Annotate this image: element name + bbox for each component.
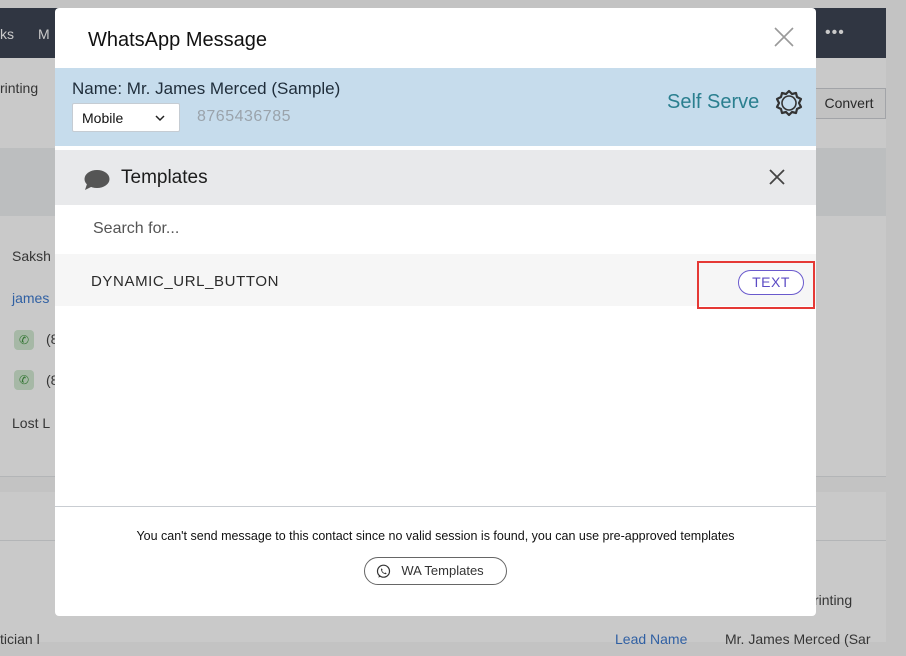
dialog-title: WhatsApp Message xyxy=(88,29,267,51)
phone-type-select[interactable]: Mobile xyxy=(72,103,180,132)
close-icon[interactable] xyxy=(768,168,786,186)
wa-templates-button[interactable]: WA Templates xyxy=(364,557,507,585)
whatsapp-icon xyxy=(376,564,391,578)
phone-number: 8765436785 xyxy=(197,108,291,125)
chat-bubble-icon xyxy=(84,170,110,190)
templates-title: Templates xyxy=(121,167,208,188)
template-type-badge[interactable]: TEXT xyxy=(738,270,804,295)
wa-templates-label: WA Templates xyxy=(401,563,484,578)
chevron-down-icon xyxy=(155,115,165,122)
whatsapp-message-dialog: WhatsApp Message Name: Mr. James Merced … xyxy=(55,8,816,616)
gear-icon[interactable] xyxy=(775,89,803,117)
self-serve-label[interactable]: Self Serve xyxy=(667,91,759,114)
template-list-item[interactable]: DYNAMIC_URL_BUTTON TEXT xyxy=(55,254,816,309)
dialog-header: WhatsApp Message xyxy=(55,8,816,68)
phone-type-value: Mobile xyxy=(82,110,124,126)
no-session-message: You can't send message to this contact s… xyxy=(136,529,735,543)
template-name: DYNAMIC_URL_BUTTON xyxy=(91,273,280,290)
close-icon[interactable] xyxy=(771,24,797,50)
contact-bar: Name: Mr. James Merced (Sample) Mobile 8… xyxy=(55,68,816,146)
templates-header: Templates xyxy=(55,150,816,205)
template-search-input[interactable] xyxy=(79,212,779,246)
contact-name: Name: Mr. James Merced (Sample) xyxy=(72,79,341,98)
divider xyxy=(55,506,816,507)
